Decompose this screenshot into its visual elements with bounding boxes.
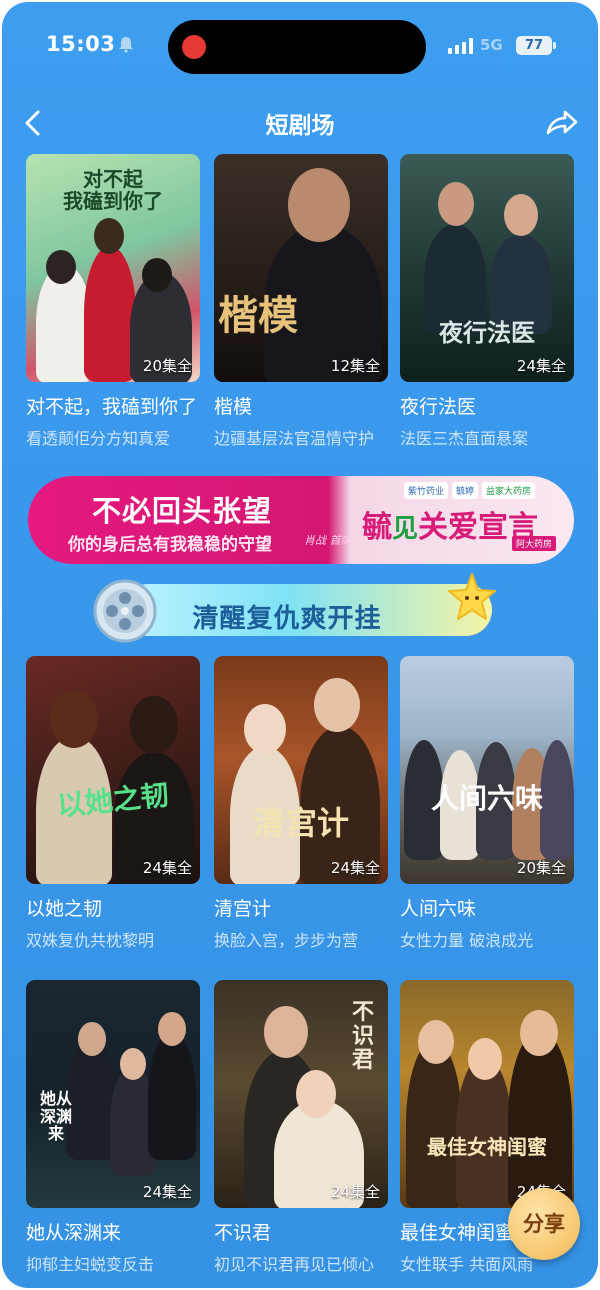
poster-figure-head <box>120 1048 146 1080</box>
dynamic-island <box>168 20 426 74</box>
drama-poster[interactable]: 人间六味 20集全 <box>400 656 574 884</box>
drama-description: 抑郁主妇蜕变反击 <box>26 1255 155 1274</box>
drama-title[interactable]: 她从深渊来 <box>26 1218 202 1245</box>
episode-count: 20集全 <box>142 357 192 375</box>
poster-figure-head <box>418 1020 454 1064</box>
drama-card[interactable]: 她从 深渊来 24集全 她从深渊来 抑郁主妇蜕变反击 <box>26 980 202 1275</box>
drama-title[interactable]: 夜行法医 <box>400 392 576 419</box>
phone-screen: 15:03 5G 77 短剧场 对不起 我磕到你了 20集全 对不起，我磕到你了 <box>2 2 598 1288</box>
drama-description: 法医三杰直面悬案 <box>400 429 529 448</box>
signal-icon <box>448 38 473 54</box>
episode-count: 20集全 <box>516 859 566 877</box>
poster-figure-head <box>296 1070 336 1118</box>
banner-signature: 肖战 首席官 <box>304 534 363 547</box>
poster-figure-head <box>264 1006 308 1058</box>
drama-description: 看透颠佢分方知真爱 <box>26 429 171 448</box>
battery-indicator: 77 <box>516 36 556 55</box>
drama-description: 边疆基层法官温情守护 <box>214 429 375 448</box>
drama-title[interactable]: 楷模 <box>214 392 390 419</box>
banner-logo: 毓婷 <box>452 482 479 499</box>
drama-poster[interactable]: 夜行法医 24集全 <box>400 154 574 382</box>
poster-figure-head <box>78 1022 106 1056</box>
drama-title[interactable]: 不识君 <box>214 1218 390 1245</box>
poster-title-art: 清宫计 <box>252 804 349 842</box>
drama-description: 初见不识君再见已倾心 <box>214 1255 375 1274</box>
poster-figure-head <box>244 704 286 754</box>
film-reel-icon <box>93 579 157 643</box>
network-label: 5G <box>480 36 503 54</box>
poster-figure-head <box>288 168 350 242</box>
banner-logos: 紫竹药业 毓婷 益家大药房 <box>404 482 536 499</box>
share-icon[interactable] <box>544 106 580 140</box>
poster-figure-head <box>94 218 124 254</box>
drama-card[interactable]: 对不起 我磕到你了 20集全 对不起，我磕到你了 看透颠佢分方知真爱 <box>26 154 202 449</box>
poster-title-art: 对不起 我磕到你了 <box>63 167 163 213</box>
drama-title[interactable]: 清宫计 <box>214 894 390 921</box>
poster-figure <box>406 1040 462 1208</box>
poster-figure-head <box>438 182 474 226</box>
banner-slogan-part: 毓 <box>362 510 392 545</box>
promo-banner[interactable]: 不必回头张望 你的身后总有我稳稳的守望 肖战 首席官 紫竹药业 毓婷 益家大药房… <box>28 476 574 564</box>
banner-tag: 阿大药房 <box>512 536 557 551</box>
poster-figure <box>148 1032 196 1160</box>
drama-title[interactable]: 人间六味 <box>400 894 576 921</box>
drama-poster[interactable]: 以她之韧 24集全 <box>26 656 200 884</box>
episode-count: 24集全 <box>516 357 566 375</box>
episode-count: 24集全 <box>330 1183 380 1201</box>
drama-description: 换脸入宫，步步为营 <box>214 931 359 950</box>
recording-indicator <box>182 35 206 59</box>
banner-logo: 益家大药房 <box>482 482 536 499</box>
banner-subline: 你的身后总有我稳稳的守望 <box>68 535 272 555</box>
poster-title-art: 夜行法医 <box>439 318 535 347</box>
status-time: 15:03 <box>46 32 116 56</box>
poster-figure-head <box>46 250 76 284</box>
banner-slogan-part: 见 <box>392 514 419 544</box>
drama-card[interactable]: 人间六味 20集全 人间六味 女性力量 破浪成光 <box>400 656 576 951</box>
poster-figure-head <box>158 1012 186 1046</box>
poster-title-art: 最佳女神闺蜜 <box>427 1135 547 1159</box>
banner-headline: 不必回头张望 <box>92 494 273 528</box>
episode-count: 12集全 <box>330 357 380 375</box>
poster-figure-head <box>468 1038 502 1080</box>
drama-description: 女性力量 破浪成光 <box>400 931 534 950</box>
poster-figure <box>84 246 136 382</box>
poster-title-art: 不识君 <box>351 999 374 1074</box>
episode-count: 24集全 <box>142 859 192 877</box>
drama-title[interactable]: 对不起，我磕到你了 <box>26 392 202 419</box>
share-button[interactable]: 分享 <box>508 1188 580 1260</box>
drama-poster[interactable]: 对不起 我磕到你了 20集全 <box>26 154 200 382</box>
star-icon <box>448 573 496 620</box>
poster-figure-head <box>520 1010 558 1056</box>
poster-title-art: 她从 深渊来 <box>39 1089 72 1144</box>
poster-figure-head <box>130 696 178 754</box>
banner-logo: 紫竹药业 <box>404 482 449 499</box>
poster-figure-head <box>142 258 172 292</box>
poster-title-art: 楷模 <box>218 292 298 339</box>
drama-poster[interactable]: 最佳女神闺蜜 24集全 <box>400 980 574 1208</box>
poster-title-art: 人间六味 <box>430 782 543 815</box>
page-title: 短剧场 <box>265 113 335 139</box>
poster-figure-head <box>504 194 538 236</box>
drama-card[interactable]: 清宫计 24集全 清宫计 换脸入宫，步步为营 <box>214 656 390 951</box>
drama-title[interactable]: 以她之韧 <box>26 894 202 921</box>
section-header: 清醒复仇爽开挂 <box>92 573 502 644</box>
episode-count: 24集全 <box>330 859 380 877</box>
drama-poster[interactable]: 清宫计 24集全 <box>214 656 388 884</box>
drama-card[interactable]: 夜行法医 24集全 夜行法医 法医三杰直面悬案 <box>400 154 576 449</box>
drama-description: 双姝复仇共枕黎明 <box>26 931 155 950</box>
drama-card[interactable]: 以她之韧 24集全 以她之韧 双姝复仇共枕黎明 <box>26 656 202 951</box>
episode-count: 24集全 <box>142 1183 192 1201</box>
poster-figure-head <box>314 678 360 732</box>
drama-poster[interactable]: 楷模 12集全 <box>214 154 388 382</box>
drama-poster[interactable]: 她从 深渊来 24集全 <box>26 980 200 1208</box>
bell-icon <box>119 37 133 53</box>
drama-card[interactable]: 不识君 24集全 不识君 初见不识君再见已倾心 <box>214 980 390 1275</box>
drama-card[interactable]: 楷模 12集全 楷模 边疆基层法官温情守护 <box>214 154 390 449</box>
drama-poster[interactable]: 不识君 24集全 <box>214 980 388 1208</box>
poster-figure-head <box>50 690 98 748</box>
